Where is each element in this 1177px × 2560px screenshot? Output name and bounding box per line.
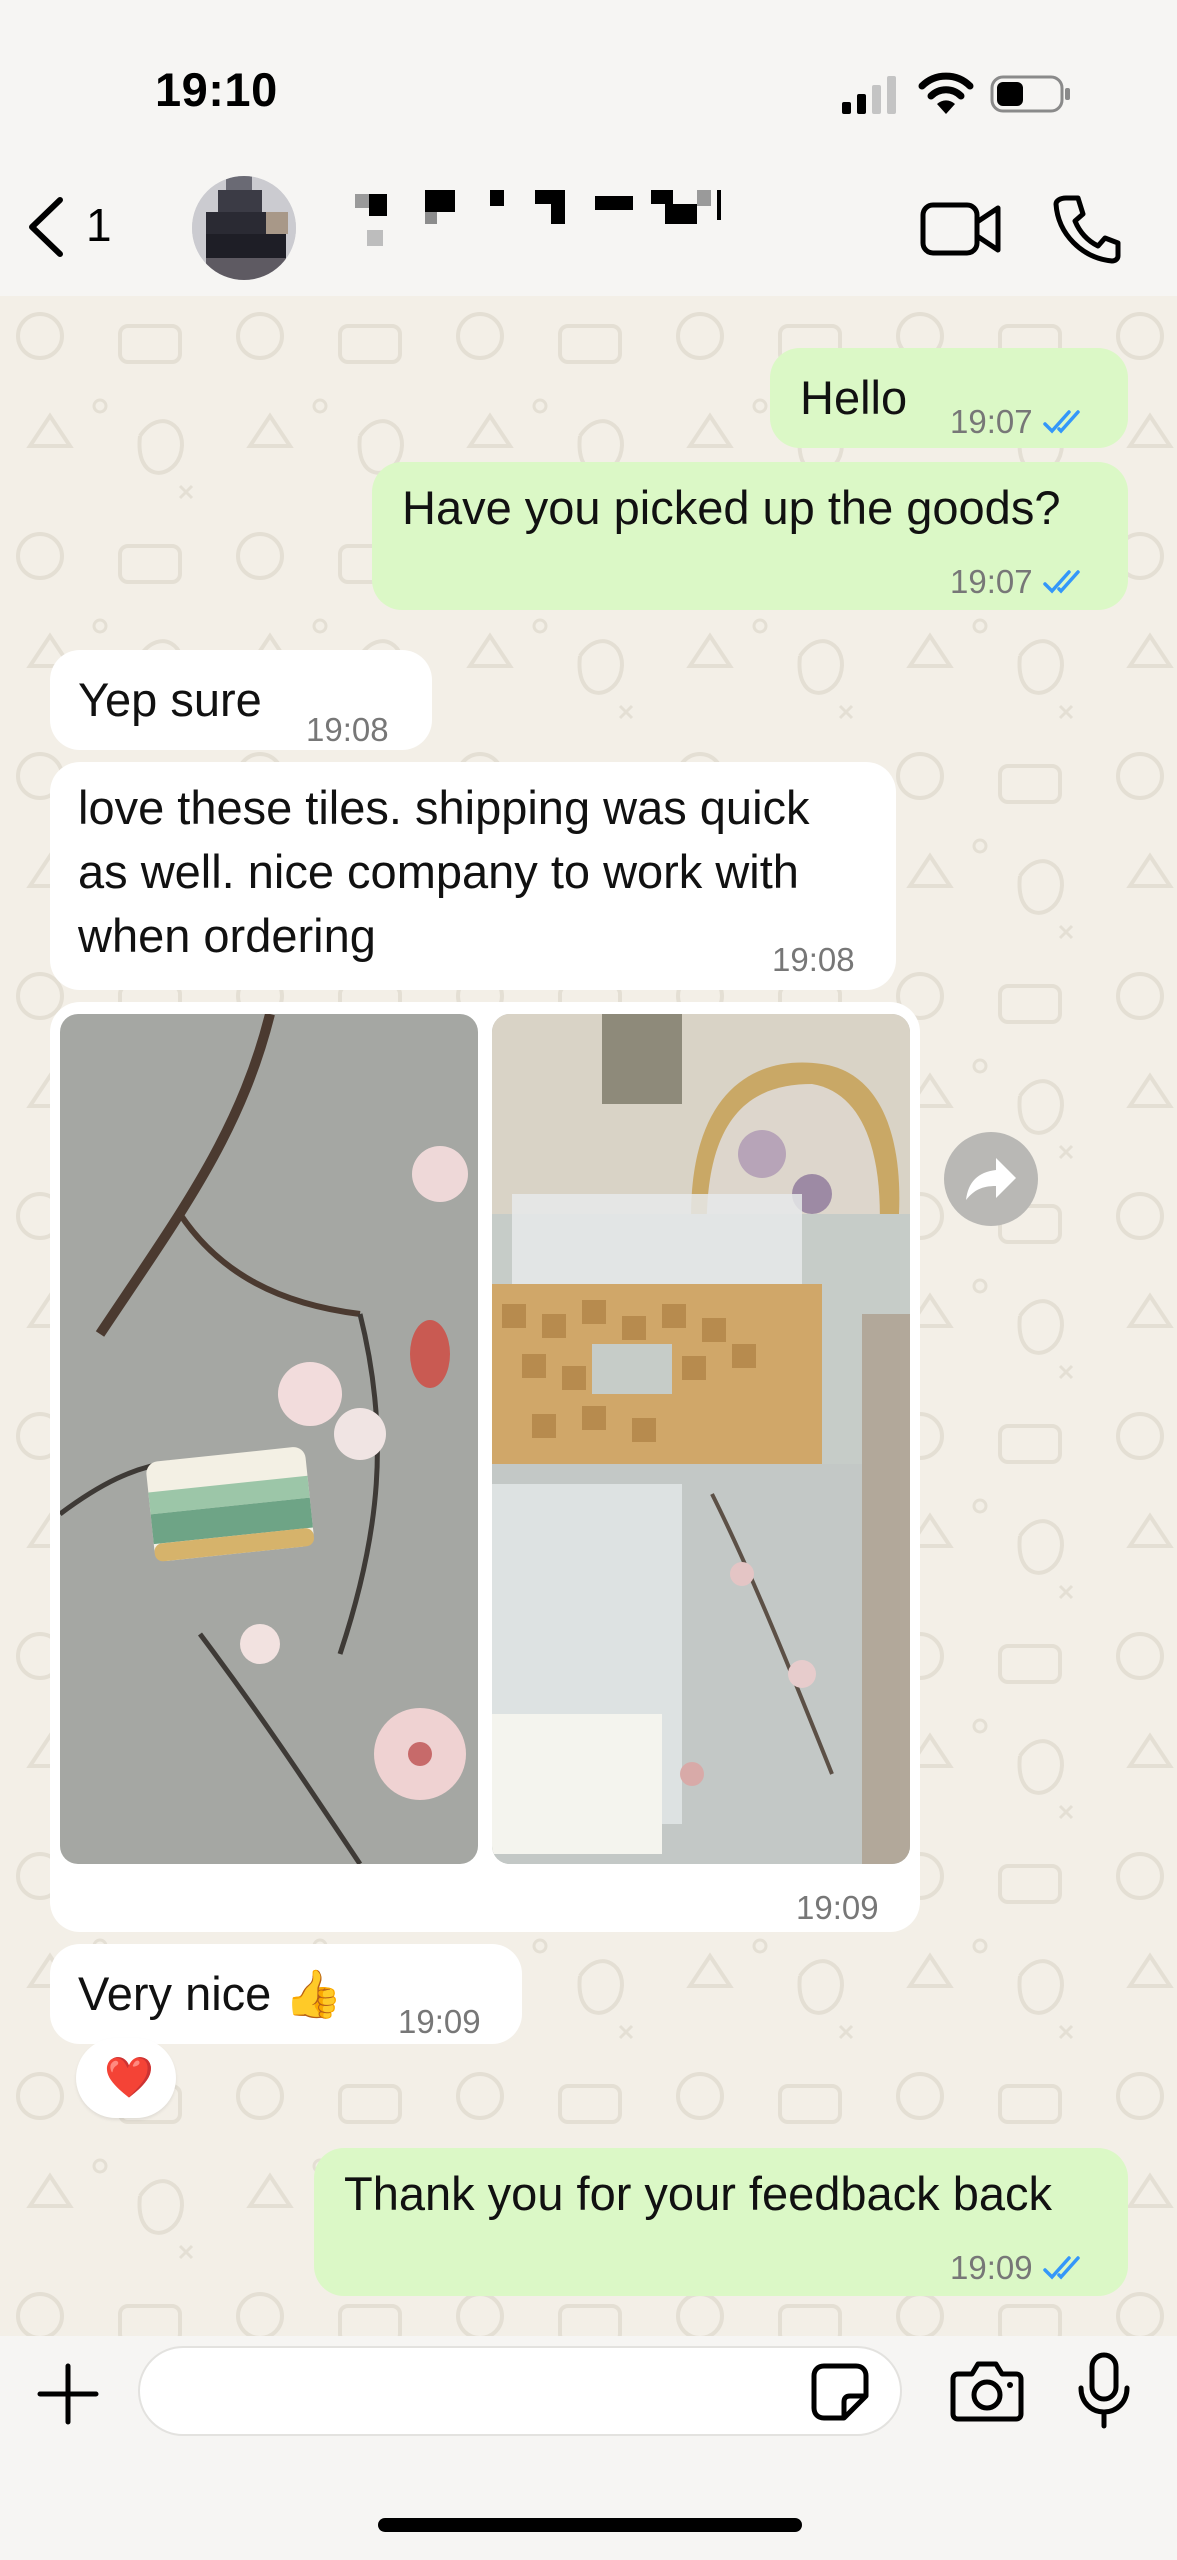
message-time: 19:07 — [950, 403, 1033, 440]
read-receipt-icon — [1042, 570, 1080, 594]
message-meta: 19:07 — [950, 550, 1089, 614]
message-text-line: love these tiles. shipping was quick — [78, 781, 810, 834]
reaction-badge[interactable]: ❤️ — [76, 2038, 176, 2118]
message-text-line: when ordering — [78, 909, 376, 962]
message-text: Yep sure — [78, 673, 262, 726]
message-time: 19:08 — [306, 711, 389, 748]
message-bubble-outgoing[interactable]: Hello 19:07 — [770, 348, 1128, 448]
plus-icon[interactable] — [36, 2362, 100, 2426]
message-time: 19:09 — [950, 2249, 1033, 2286]
message-meta: 19:09 — [950, 2236, 1089, 2300]
photo-tile-closeup[interactable] — [60, 1014, 478, 1864]
message-bubble-incoming[interactable]: love these tiles. shipping was quick as … — [50, 762, 896, 990]
message-time: 19:09 — [398, 2003, 481, 2040]
contact-avatar[interactable] — [192, 176, 296, 280]
message-bubble-incoming[interactable]: Very nice 👍 19:09 — [50, 1944, 522, 2044]
message-time: 19:07 — [950, 563, 1033, 600]
message-text: Very nice 👍 — [78, 1967, 343, 2020]
contact-name-redacted[interactable] — [355, 190, 755, 280]
camera-icon[interactable] — [950, 2358, 1024, 2422]
message-meta: 19:07 — [950, 390, 1089, 454]
message-bubble-outgoing[interactable]: Have you picked up the goods? 19:07 — [372, 462, 1128, 610]
top-bar: 19:10 1 — [0, 0, 1177, 296]
reaction-heart: ❤️ — [104, 2056, 154, 2100]
message-input[interactable] — [138, 2346, 902, 2436]
message-text: Have you picked up the goods? — [402, 481, 1061, 534]
message-bubble-outgoing[interactable]: Thank you for your feedback back 19:09 — [314, 2148, 1128, 2296]
home-indicator — [378, 2518, 802, 2532]
message-bubble-incoming[interactable]: Yep sure 19:08 — [50, 650, 432, 750]
forward-button[interactable] — [944, 1132, 1038, 1226]
message-time: 19:08 — [772, 941, 855, 978]
message-time: 19:09 — [796, 1889, 879, 1926]
message-text: Hello — [800, 371, 908, 424]
back-chevron-icon[interactable] — [22, 196, 72, 258]
wifi-icon — [918, 72, 974, 114]
message-text-line: as well. nice company to work with — [78, 845, 799, 898]
forward-icon — [966, 1158, 1016, 1200]
read-receipt-icon — [1042, 2256, 1080, 2280]
read-receipt-icon — [1042, 410, 1080, 434]
video-call-icon[interactable] — [920, 200, 1002, 258]
photo-tiles-table[interactable] — [492, 1014, 910, 1864]
sticker-icon[interactable] — [810, 2362, 870, 2422]
microphone-icon[interactable] — [1076, 2352, 1132, 2430]
cellular-signal-icon — [842, 76, 896, 114]
status-time: 19:10 — [155, 63, 278, 116]
unread-count[interactable]: 1 — [86, 198, 112, 252]
battery-icon — [990, 75, 1070, 113]
message-text: Thank you for your feedback back — [344, 2167, 1053, 2220]
phone-icon[interactable] — [1052, 194, 1122, 264]
